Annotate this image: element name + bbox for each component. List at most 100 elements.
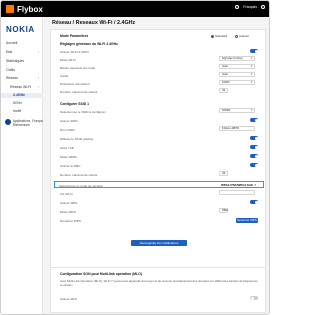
sidebar-footer: Applications Bienvenues Français bbox=[5, 119, 44, 127]
chevron-down-icon: ▾ bbox=[250, 80, 253, 84]
sidebar-item-label: Invité bbox=[13, 109, 22, 113]
orange-logo bbox=[6, 5, 14, 13]
chevron-down-icon: › bbox=[37, 76, 39, 80]
max-clients-input[interactable]: 32 bbox=[219, 88, 228, 93]
sidebar-item-label: Réseau Wi-Fi bbox=[10, 85, 32, 89]
bandwidth-select[interactable]: Auto ▾ bbox=[219, 64, 255, 69]
wmm-toggle[interactable] bbox=[250, 154, 258, 158]
sidebar-item-statistiques[interactable]: Statistiques bbox=[1, 59, 43, 64]
sidebar: NOKIA Accueil Etat › Statistiques Outils … bbox=[1, 17, 44, 314]
sidebar-item-reseau-wifi[interactable]: Réseau Wi-Fi › bbox=[1, 85, 43, 90]
field-label: Mode WPS bbox=[60, 210, 76, 214]
field-label: Canal bbox=[60, 74, 69, 78]
chevron-down-icon: ▾ bbox=[250, 64, 253, 68]
field-label: Activer MLO bbox=[60, 297, 78, 301]
select-value: Auto bbox=[222, 64, 229, 68]
field-label: Isoler l'AP bbox=[60, 146, 74, 150]
top-right-controls: Français bbox=[235, 5, 265, 9]
enable-mlo-toggle[interactable] bbox=[250, 296, 258, 300]
logout-icon[interactable] bbox=[261, 5, 265, 9]
sidebar-item-label: Statistiques bbox=[6, 59, 25, 63]
sidebar-item-label: Accueil bbox=[6, 41, 18, 45]
broadcast-ssid-toggle[interactable] bbox=[250, 136, 258, 140]
field-label: Nom SSID bbox=[60, 128, 75, 132]
sidebar-item-label: 2.4GHz bbox=[13, 93, 25, 97]
start-wps-button[interactable]: Démarrer WPS bbox=[236, 218, 258, 223]
sidebar-item-label: Réseau bbox=[6, 76, 19, 80]
ssid-select[interactable]: SSID1 ▾ bbox=[219, 108, 255, 113]
enable-ssid-toggle[interactable] bbox=[250, 118, 258, 122]
wifi-mode-select[interactable]: b/g/n/ax (mixte) ▾ bbox=[219, 56, 255, 61]
field-label: Sélectionner le mode de sécurité bbox=[59, 183, 103, 188]
field-label: Mode WMM bbox=[60, 155, 77, 159]
save-changes-button[interactable]: Sauvegarder les modifications bbox=[131, 240, 187, 246]
chevron-right-icon: › bbox=[37, 50, 39, 54]
ssid-max-clients-input[interactable]: 32 bbox=[219, 171, 228, 176]
security-mode-select[interactable]: WPA2-PSK/WPA3-SAE ▾ bbox=[219, 183, 257, 188]
son-section-title: Configuration SON pour Multi-link operat… bbox=[60, 272, 142, 276]
field-label: Diffuser le SSID (caché) bbox=[60, 137, 94, 141]
select-value: WPA2-PSK/WPA3-SAE bbox=[221, 182, 254, 187]
app-window: Flybox Français NOKIA Accueil Etat › Stat… bbox=[0, 0, 270, 315]
sidebar-item-outils[interactable]: Outils bbox=[1, 68, 43, 73]
sidebar-footer-label: Applications Bienvenues bbox=[13, 119, 31, 127]
settings-card: Mode Paramètres Standard Avancé Réglages… bbox=[50, 29, 266, 279]
sidebar-item-label: 5GHz bbox=[13, 101, 22, 105]
field-label: Sélectionner le SSID à configurer bbox=[60, 110, 106, 114]
language-selector[interactable]: Français bbox=[243, 5, 257, 9]
field-label: Nombre maximal de clients bbox=[60, 90, 98, 94]
main-content: Réseau / Reseaux Wi-Fi / 2.4GHz Mode Par… bbox=[43, 17, 269, 314]
field-label: Démarrer WPS bbox=[60, 219, 81, 223]
select-value: Auto bbox=[222, 72, 229, 76]
top-bar: Flybox Français bbox=[1, 1, 269, 17]
ssid-name-input[interactable]: Flybox-4B76 bbox=[219, 126, 255, 131]
radio-icon bbox=[235, 34, 238, 38]
radio-label: Standard bbox=[215, 34, 228, 38]
general-section-title: Réglages généraux du Wi-Fi 2.4GHz bbox=[60, 42, 118, 46]
chevron-down-icon: › bbox=[37, 85, 39, 89]
smc-toggle[interactable] bbox=[250, 163, 258, 167]
field-label: Activer SSID bbox=[60, 119, 78, 123]
chevron-down-icon: ▾ bbox=[250, 72, 253, 76]
ssid-section-title: Configurer SSID 1 bbox=[60, 102, 90, 106]
wps-mode-input[interactable]: PBC bbox=[219, 208, 228, 213]
channel-select[interactable]: Auto ▾ bbox=[219, 72, 255, 77]
chevron-down-icon: ▾ bbox=[254, 182, 256, 187]
sidebar-item-label: Outils bbox=[6, 68, 15, 72]
ap-isolation-toggle[interactable] bbox=[250, 145, 258, 149]
nokia-logo: NOKIA bbox=[6, 25, 35, 34]
radio-label: Avancé bbox=[239, 34, 249, 38]
field-label: Puissance d'émission bbox=[60, 82, 90, 86]
security-mode-row: Sélectionner le mode de sécurité WPA2-PS… bbox=[54, 181, 264, 188]
chevron-down-icon: ▾ bbox=[250, 56, 253, 60]
sidebar-item-label: Etat bbox=[6, 50, 13, 54]
son-card: Configuration SON pour Multi-link operat… bbox=[50, 267, 266, 313]
sidebar-item-etat[interactable]: Etat › bbox=[1, 50, 43, 55]
brand-title: Flybox bbox=[17, 4, 43, 14]
sidebar-item-5ghz[interactable]: 5GHz bbox=[1, 101, 43, 106]
sidebar-item-reseau[interactable]: Réseau › bbox=[1, 76, 43, 81]
select-value: b/g/n/ax (mixte) bbox=[222, 56, 243, 60]
field-label: Bande passante du canal bbox=[60, 66, 95, 70]
field-label: Activer la SMC bbox=[60, 164, 81, 168]
radio-icon bbox=[211, 34, 214, 38]
tx-power-select[interactable]: 100% ▾ bbox=[219, 80, 255, 85]
field-label: Clé Wi-Fi bbox=[60, 192, 73, 196]
field-label: Activer WPS bbox=[60, 201, 78, 205]
sidebar-item-invite[interactable]: Invité bbox=[1, 109, 43, 114]
mode-section-title: Mode Paramètres bbox=[60, 34, 89, 38]
chevron-down-icon: ▾ bbox=[250, 108, 253, 112]
enable-wifi-toggle[interactable] bbox=[250, 49, 258, 53]
field-label: Nombre maximal de clients bbox=[60, 173, 98, 177]
page-title: Réseau / Reseaux Wi-Fi / 2.4GHz bbox=[52, 20, 136, 26]
wifi-key-input[interactable] bbox=[219, 190, 255, 195]
enable-wps-toggle[interactable] bbox=[250, 200, 258, 204]
sidebar-item-accueil[interactable]: Accueil bbox=[1, 41, 43, 46]
mode-standard-radio[interactable]: Standard bbox=[211, 34, 227, 38]
sidebar-item-2-4ghz[interactable]: 2.4GHz bbox=[1, 93, 43, 98]
avatar[interactable] bbox=[5, 119, 11, 125]
field-label: Mode Wi-Fi bbox=[60, 58, 76, 62]
select-value: 100% bbox=[222, 80, 230, 84]
help-icon[interactable] bbox=[235, 5, 240, 9]
mode-advanced-radio[interactable]: Avancé bbox=[235, 34, 249, 38]
